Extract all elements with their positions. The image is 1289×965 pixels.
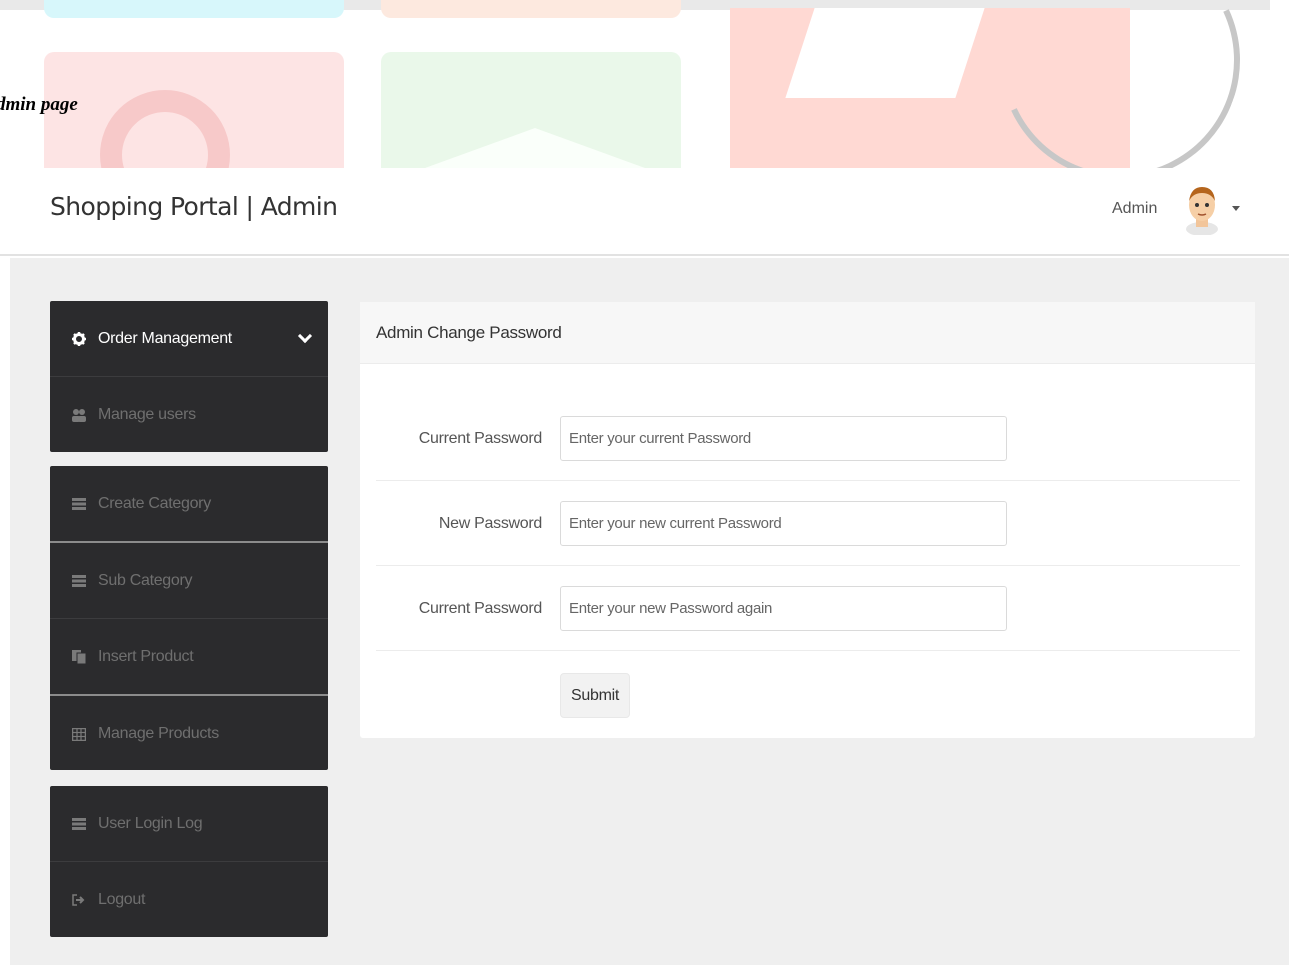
sidebar-item-user-login-log[interactable]: User Login Log <box>50 786 328 862</box>
new-password-label: New Password <box>438 514 542 532</box>
banner-tile <box>44 0 344 18</box>
sidebar-item-label: Logout <box>98 891 146 908</box>
sidebar-item-manage-users[interactable]: Manage users <box>50 377 328 453</box>
form-row-new-password: New Password <box>376 481 1240 566</box>
row-divider <box>376 650 1240 651</box>
sidebar-item-label: User Login Log <box>98 815 203 832</box>
page-caption: dmin page <box>0 94 78 115</box>
banner-tile <box>381 0 681 18</box>
brand-title[interactable]: Shopping Portal | Admin <box>50 192 338 221</box>
sidebar-item-label: Insert Product <box>98 648 194 665</box>
sidebar-group: Create Category Sub Category Insert Prod… <box>50 466 328 770</box>
avatar[interactable] <box>1183 183 1221 236</box>
sidebar-item-logout[interactable]: Logout <box>50 862 328 938</box>
sidebar-item-label: Create Category <box>98 495 211 512</box>
sidebar-group: Order Management Manage users <box>50 301 328 452</box>
sidebar-item-label: Order Management <box>98 330 232 347</box>
change-password-panel: Admin Change Password Current Password N… <box>360 302 1255 738</box>
graduation-cap-watermark-icon <box>425 128 645 168</box>
gear-icon <box>68 332 90 346</box>
avatar-icon <box>1186 187 1218 236</box>
list-icon <box>68 575 90 587</box>
current-password-field[interactable] <box>560 416 1007 461</box>
copy-icon <box>68 650 90 664</box>
background-banner: dmin page <box>0 0 1289 168</box>
sidebar-item-insert-product[interactable]: Insert Product <box>50 619 328 695</box>
form-row-confirm-password: Current Password <box>376 566 1240 651</box>
user-name[interactable]: Admin <box>1112 200 1157 218</box>
confirm-password-field[interactable] <box>560 586 1007 631</box>
sign-out-icon <box>68 894 90 906</box>
caret-down-icon[interactable] <box>1232 206 1240 211</box>
new-password-field[interactable] <box>560 501 1007 546</box>
main-area: Order Management Manage users Create Cat… <box>10 258 1289 965</box>
top-header: Shopping Portal | Admin Admin <box>0 168 1289 256</box>
form-row-current-password: Current Password <box>376 396 1240 481</box>
sidebar-item-label: Manage users <box>98 406 196 423</box>
current-password-label: Current Password <box>418 429 543 447</box>
sidebar-item-label: Sub Category <box>98 572 193 589</box>
submit-button[interactable]: Submit <box>560 673 630 718</box>
users-icon <box>68 408 90 422</box>
banner-shape <box>785 8 985 98</box>
list-icon <box>68 498 90 510</box>
chevron-down-icon <box>297 328 313 344</box>
sidebar-item-manage-products[interactable]: Manage Products <box>50 696 328 772</box>
list-icon <box>68 818 90 830</box>
sidebar-group: User Login Log Logout <box>50 786 328 937</box>
confirm-password-label: Current Password <box>418 599 543 617</box>
panel-title: Admin Change Password <box>360 302 1255 364</box>
sidebar-item-label: Manage Products <box>98 725 219 742</box>
sidebar-item-create-category[interactable]: Create Category <box>50 466 328 542</box>
table-icon <box>68 727 90 741</box>
sidebar-item-sub-category[interactable]: Sub Category <box>50 543 328 619</box>
sidebar-item-order-management[interactable]: Order Management <box>50 301 328 377</box>
